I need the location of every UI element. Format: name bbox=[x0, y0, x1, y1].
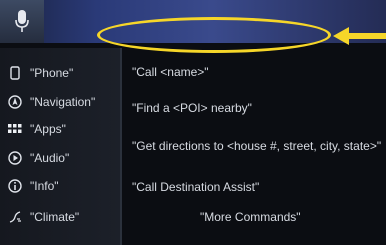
command-find-poi[interactable]: "Find a <POI> nearby" bbox=[132, 100, 252, 116]
microphone-icon bbox=[15, 10, 29, 32]
command-call-destination-assist[interactable]: "Call Destination Assist" bbox=[132, 179, 259, 195]
category-label: "Audio" bbox=[30, 151, 70, 165]
pointer-arrow-icon bbox=[333, 27, 386, 45]
navigation-icon bbox=[8, 95, 22, 109]
more-commands-button[interactable]: "More Commands" bbox=[200, 209, 301, 225]
category-climate[interactable]: "Climate" bbox=[0, 205, 120, 229]
command-get-directions[interactable]: "Get directions to <house #, street, cit… bbox=[132, 138, 381, 154]
phone-icon bbox=[10, 66, 20, 80]
audio-play-icon bbox=[8, 151, 22, 165]
category-phone[interactable]: "Phone" bbox=[0, 61, 120, 85]
category-apps[interactable]: "Apps" bbox=[0, 117, 120, 141]
apps-grid-icon bbox=[8, 124, 22, 133]
column-divider bbox=[120, 48, 122, 245]
category-label: "Navigation" bbox=[30, 95, 96, 109]
info-icon bbox=[8, 179, 22, 193]
climate-icon bbox=[9, 211, 21, 223]
category-label: "Info" bbox=[30, 179, 59, 193]
category-audio[interactable]: "Audio" bbox=[0, 146, 120, 170]
command-call-name[interactable]: "Call <name>" bbox=[132, 64, 209, 80]
category-label: "Phone" bbox=[30, 66, 74, 80]
highlight-oval bbox=[97, 17, 331, 53]
category-label: "Climate" bbox=[30, 210, 80, 224]
microphone-button[interactable] bbox=[0, 0, 44, 43]
category-navigation[interactable]: "Navigation" bbox=[0, 90, 120, 114]
category-label: "Apps" bbox=[30, 122, 66, 136]
category-info[interactable]: "Info" bbox=[0, 174, 120, 198]
